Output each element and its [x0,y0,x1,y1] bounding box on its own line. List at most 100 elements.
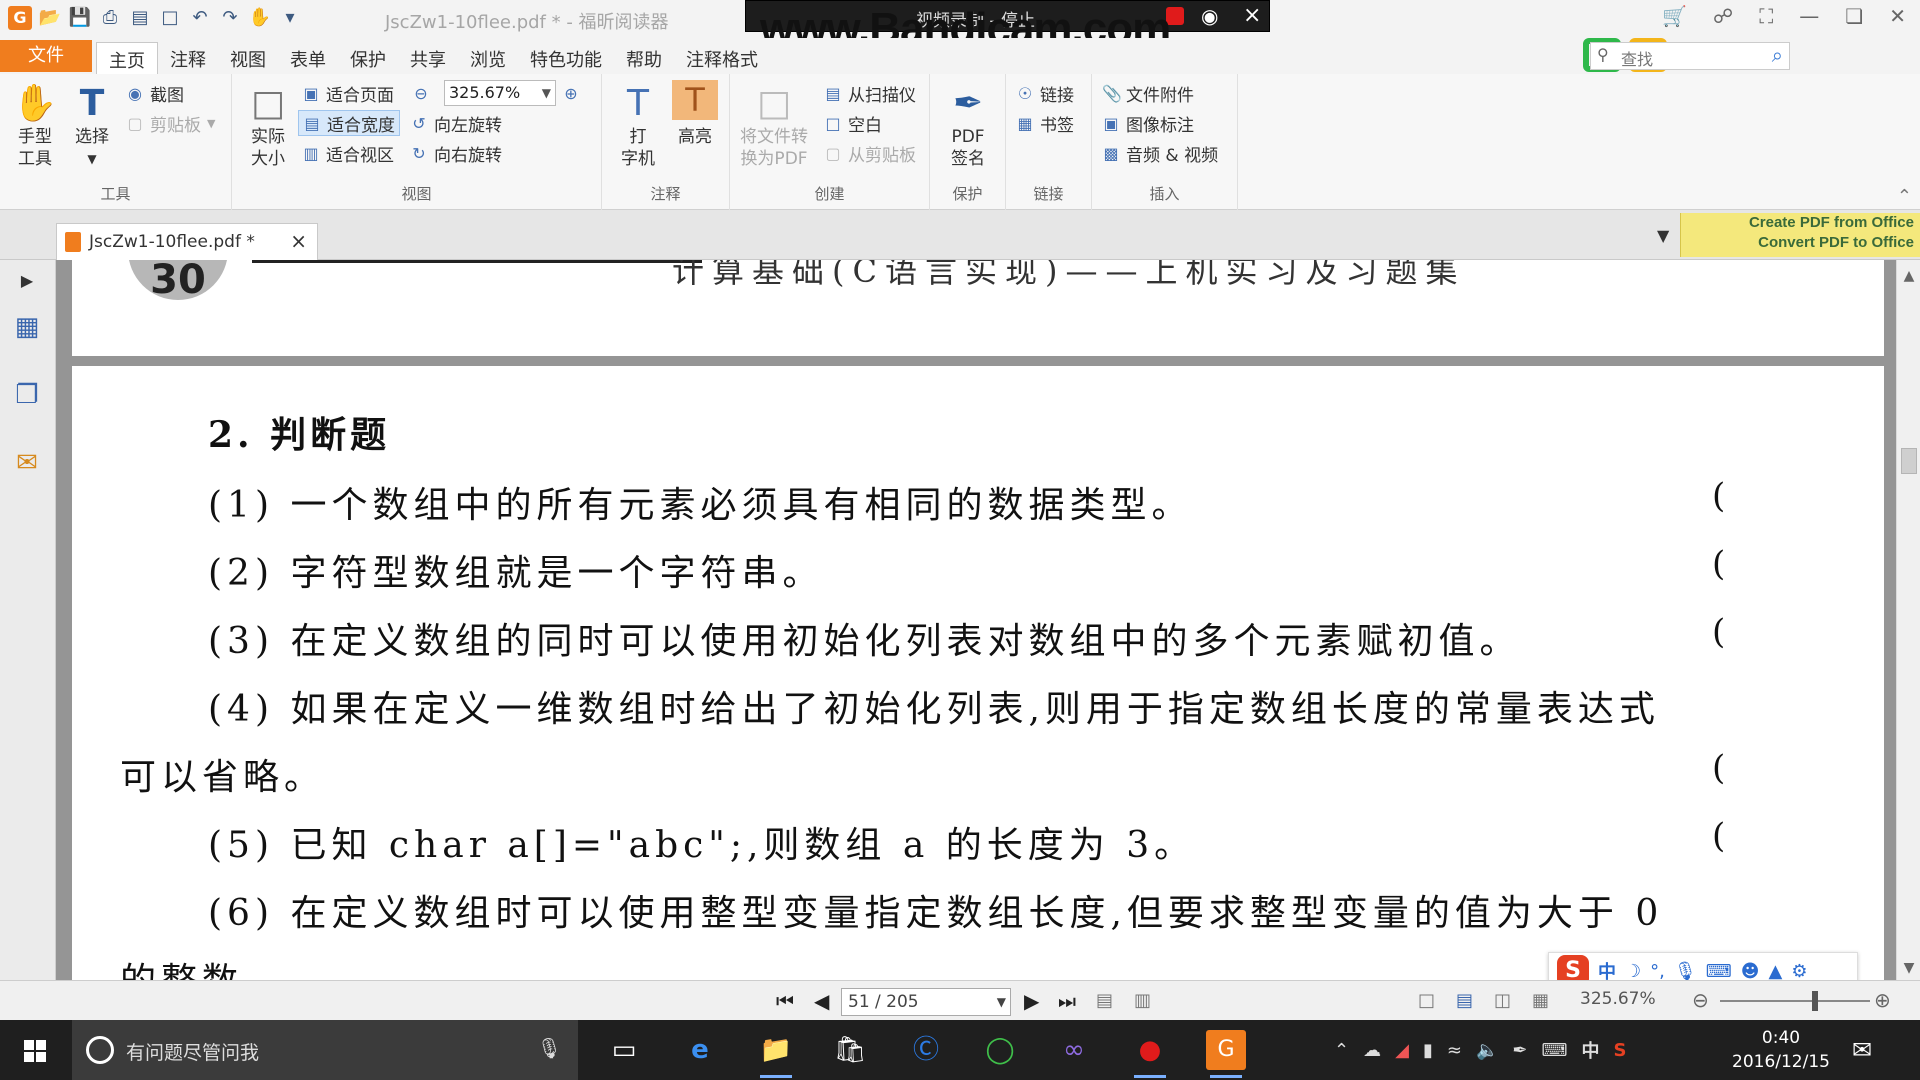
menu-item-7[interactable]: 特色功能 [518,42,614,77]
facing-page-icon[interactable]: ◫ [1494,990,1511,1011]
document-viewer[interactable]: 30 计算基础(C语言实现)——上机实习及习题集 2. 判断题 (1) 一个数组… [56,260,1896,980]
fit-visible-button[interactable]: ▥ 适合视区 [302,140,394,166]
first-page-icon[interactable]: ⏮ [776,989,794,1013]
new-icon[interactable]: □ [158,6,182,30]
app-l-icon[interactable]: Ⓒ [906,1030,946,1070]
highlight-icon[interactable]: T [672,80,718,120]
pen-icon[interactable]: ✒ [1512,1040,1527,1061]
infinity-icon[interactable]: ∞ [1054,1030,1094,1070]
search-input[interactable]: ⚲ 查找 ⌕ [1590,42,1790,70]
last-page-icon[interactable]: ⏭ [1058,989,1076,1013]
browser-icon[interactable]: ◯ [980,1030,1020,1070]
redo-icon[interactable]: ↷ [218,6,242,30]
link-button[interactable]: ☉ 链接 [1016,80,1074,106]
continuous-page-icon[interactable]: ▤ [1456,990,1473,1011]
zoom-in-icon[interactable]: ⊕ [1874,988,1891,1012]
keyboard-icon[interactable]: ⌨ [1541,1040,1567,1061]
select-tool-button[interactable]: T 选择 ▼ [68,82,116,170]
scroll-up-icon[interactable]: ▲ [1897,268,1920,284]
search-go-icon[interactable]: ⌕ [1772,43,1783,67]
from-scanner-button[interactable]: ▤ 从扫描仪 [824,80,916,106]
menu-item-5[interactable]: 共享 [398,42,458,77]
zoom-out-button[interactable]: ⊖ [412,80,430,106]
restore-button[interactable]: ❏ [1845,4,1863,28]
chevron-up-icon[interactable]: ⌃ [1334,1040,1349,1061]
fullscreen-icon[interactable]: ⛶ [1759,4,1773,28]
create-convert-banner[interactable]: Create PDF from Office Convert PDF to Of… [1680,213,1920,257]
fit-width-button[interactable]: ▤ 适合宽度 [298,110,400,136]
notification-icon[interactable]: ✉ [1852,1036,1872,1064]
convert-to-pdf-button[interactable]: □ 将文件转 换为PDF [736,82,812,170]
print-icon[interactable]: ⎙ [98,6,122,30]
clock[interactable]: 0:40 2016/12/15 [1726,1026,1836,1074]
app-logo-icon[interactable]: G [8,6,32,30]
sogou-tray-icon[interactable]: S [1613,1040,1626,1061]
save-icon[interactable]: 💾 [68,6,92,30]
foxit-reader-icon[interactable]: G [1206,1030,1246,1078]
single-page-icon[interactable]: □ [1418,990,1435,1011]
microphone-icon[interactable]: 🎙 [537,1036,562,1060]
task-view-icon[interactable]: ▭ [604,1030,644,1070]
menu-item-3[interactable]: 表单 [278,42,338,77]
scan-icon[interactable]: ▤ [128,6,152,30]
hand-tool-button[interactable]: ✋ 手型 工具 [10,82,60,170]
zoom-slider[interactable] [1720,1000,1870,1002]
camera-icon[interactable]: ◉ [1201,4,1218,28]
user-icon[interactable]: ☻ [1741,961,1760,982]
image-annotation-button[interactable]: ▣ 图像标注 [1102,110,1194,136]
edge-icon[interactable]: e [680,1030,720,1070]
file-explorer-icon[interactable]: 📁 [756,1030,796,1078]
highlight-button[interactable]: 高亮 [668,126,722,148]
menu-item-9[interactable]: 注释格式 [674,42,770,77]
actual-size-button[interactable]: □ 实际 大小 [246,82,290,170]
chevron-down-icon[interactable]: ▼ [1657,226,1669,245]
zoom-slider-knob[interactable] [1812,991,1818,1011]
battery-icon[interactable]: ▮ [1423,1040,1433,1061]
menu-item-8[interactable]: 帮助 [614,42,674,77]
store-icon[interactable]: 🛍 [830,1030,870,1070]
from-clipboard-button[interactable]: ▢ 从剪贴板 [824,140,916,166]
close-icon[interactable]: × [290,229,307,253]
rotate-right-button[interactable]: ↻ 向右旋转 [410,140,502,166]
screenshot-button[interactable]: ◉ 截图 [126,80,184,106]
input-language[interactable]: 中 [1581,1037,1599,1063]
status-zoom[interactable]: 325.67% [1580,989,1656,1009]
scrollbar-thumb[interactable] [1901,448,1917,474]
document-tab[interactable]: JscZw1-10flee.pdf * × [56,223,318,261]
microphone-icon[interactable]: 🎙 [1674,961,1697,982]
zoom-input[interactable]: 325.67% ▼ [444,80,556,106]
chevron-down-icon[interactable]: ▼ [542,81,551,105]
zoom-in-button[interactable]: ⊕ [562,80,580,106]
expand-sidebar-icon[interactable]: ▶ [10,264,44,298]
comments-panel-icon[interactable]: ✉ [10,446,44,480]
keyboard-icon[interactable]: ⌨ [1706,961,1732,982]
bookmark-button[interactable]: ▦ 书签 [1016,110,1074,136]
page-number-input[interactable]: 51 / 205 ▼ [841,988,1011,1016]
rotate-left-button[interactable]: ↺ 向左旋转 [410,110,502,136]
open-icon[interactable]: 📂 [38,6,62,30]
undo-icon[interactable]: ↶ [188,6,212,30]
continuous-facing-icon[interactable]: ▦ [1532,990,1549,1011]
start-button[interactable] [0,1020,70,1080]
vertical-scrollbar[interactable]: ▲ ▼ [1896,260,1920,980]
shirt-icon[interactable]: ▲ [1768,961,1782,982]
previous-page-icon[interactable]: ◀ [814,989,829,1013]
punctuation-icon[interactable]: °, [1650,961,1665,982]
close-window-button[interactable]: ✕ [1889,4,1906,28]
wrench-icon[interactable]: ⚙ [1791,961,1807,982]
dropdown-icon[interactable]: ▾ [278,6,302,30]
hand-icon[interactable]: ✋ [248,6,272,30]
chevron-down-icon[interactable]: ▼ [997,989,1006,1015]
speaker-mute-icon[interactable]: ◢ [1395,1040,1409,1061]
fit-page-button[interactable]: ▣ 适合页面 [302,80,394,106]
typewriter-button[interactable]: T 打 字机 [616,82,660,170]
share-icon[interactable]: ☍ [1713,4,1733,28]
pages-panel-icon[interactable]: ❐ [10,378,44,412]
audio-video-button[interactable]: ▩ 音频 & 视频 [1102,140,1218,166]
pdf-sign-button[interactable]: ✒ PDF 签名 [942,82,994,170]
file-attachment-button[interactable]: 📎 文件附件 [1102,80,1194,106]
cortana-search-box[interactable]: 有问题尽管问我 🎙 [72,1020,578,1080]
menu-item-0[interactable]: 主页 [96,42,158,77]
minimize-button[interactable]: — [1799,4,1819,28]
menu-item-2[interactable]: 视图 [218,42,278,77]
